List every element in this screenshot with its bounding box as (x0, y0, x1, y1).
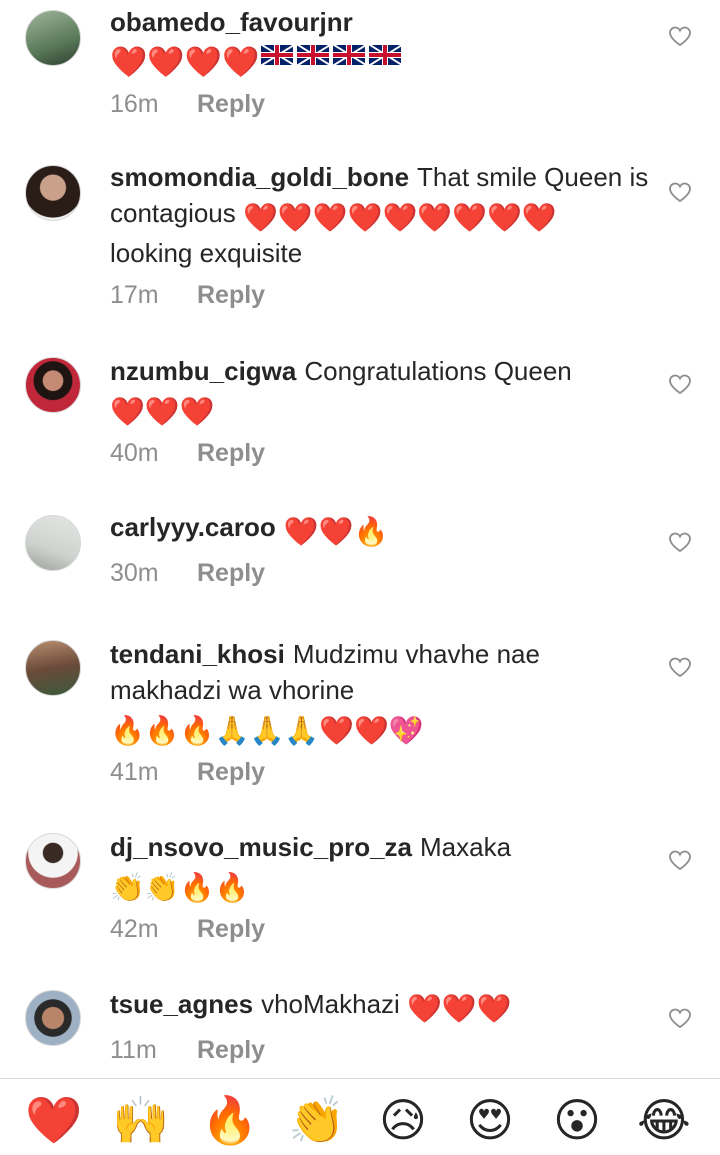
comment-body: carlyyy.caroo ❤️❤️🔥 30m Reply (110, 509, 650, 591)
comment-time: 40m (110, 439, 159, 467)
quick-reaction-bar: ❤️ 🙌 🔥 👏 😥 😍 😮 😂 (0, 1078, 720, 1155)
comment-time: 41m (110, 758, 159, 786)
avatar[interactable] (25, 515, 81, 571)
comment-username[interactable]: smomondia_goldi_bone (110, 162, 409, 192)
reaction-emojis: ❤️❤️🔥 (283, 516, 389, 547)
comment-emojis: 👏👏🔥🔥 (110, 865, 650, 905)
comment-body: dj_nsovo_music_pro_za Maxaka 👏👏🔥🔥 42m Repl… (110, 829, 650, 947)
comment-emojis: 🔥🔥🔥🙏🙏🙏❤️❤️💖 (110, 708, 650, 748)
comment-meta: 41m Reply (110, 754, 650, 790)
avatar[interactable] (25, 357, 81, 413)
heart-emojis: ❤️❤️❤️ (407, 993, 512, 1024)
heart-eyes-reaction[interactable]: 😍 (460, 1093, 520, 1147)
comment-username[interactable]: tsue_agnes (110, 989, 253, 1019)
surprised-face-reaction[interactable]: 😮 (547, 1093, 607, 1147)
comment-meta: 30m Reply (110, 555, 650, 591)
reaction-emojis: 👏👏🔥🔥 (110, 872, 250, 903)
red-heart-reaction[interactable]: ❤️ (24, 1093, 84, 1147)
comment-text: Maxaka (420, 832, 512, 862)
comment-username[interactable]: nzumbu_cigwa (110, 356, 296, 386)
reply-button[interactable]: Reply (197, 281, 265, 309)
comment-text: Congratulations Queen (304, 356, 572, 386)
comment-username[interactable]: carlyyy.caroo (110, 512, 276, 542)
comment-username[interactable]: obamedo_favourjnr (110, 7, 353, 37)
like-heart-icon[interactable] (668, 180, 692, 204)
heart-emojis: ❤️❤️❤️❤️❤️❤️❤️❤️❤️ (243, 202, 557, 233)
like-heart-icon[interactable] (668, 24, 692, 48)
like-heart-icon[interactable] (668, 655, 692, 679)
comment-time: 11m (110, 1036, 157, 1064)
reply-button[interactable]: Reply (197, 758, 265, 786)
comment-time: 42m (110, 915, 159, 943)
raising-hands-reaction[interactable]: 🙌 (111, 1093, 171, 1147)
comment-text: vhoMakhazi (261, 989, 400, 1019)
uk-flag-icon (369, 45, 402, 65)
avatar[interactable] (25, 640, 81, 696)
comment-emojis: ❤️❤️❤️❤️ (110, 40, 650, 80)
comment-body: tsue_agnes vhoMakhazi ❤️❤️❤️ 11m Reply (110, 986, 650, 1068)
comment-time: 30m (110, 559, 159, 587)
comment-body: obamedo_favourjnr ❤️❤️❤️❤️ 16m Reply (110, 4, 650, 122)
like-heart-icon[interactable] (668, 848, 692, 872)
heart-emojis: ❤️❤️❤️❤️ (110, 46, 260, 79)
heart-emojis: ❤️❤️❤️ (110, 396, 215, 427)
like-heart-icon[interactable] (668, 1006, 692, 1030)
avatar[interactable] (25, 10, 81, 66)
reply-button[interactable]: Reply (197, 1036, 265, 1064)
comment-meta: 40m Reply (110, 435, 650, 471)
uk-flag-icon (333, 45, 366, 65)
uk-flag-icon (261, 45, 294, 65)
comment-meta: 17m Reply (110, 277, 650, 313)
comment-time: 16m (110, 90, 159, 118)
reply-button[interactable]: Reply (197, 915, 265, 943)
avatar[interactable] (25, 165, 81, 221)
reply-button[interactable]: Reply (197, 90, 265, 118)
tears-of-joy-reaction[interactable]: 😂 (634, 1093, 694, 1147)
comment-username[interactable]: dj_nsovo_music_pro_za (110, 832, 412, 862)
reply-button[interactable]: Reply (197, 559, 265, 587)
comment-body: nzumbu_cigwa Congratulations Queen❤️❤️❤️ … (110, 353, 650, 471)
reaction-emojis: 🔥🔥🔥🙏🙏🙏❤️❤️💖 (110, 715, 424, 746)
comment-body: smomondia_goldi_bone That smile Queen is … (110, 159, 650, 313)
comment-body: tendani_khosi Mudzimu vhavhe nae makhadzi… (110, 636, 650, 790)
comment-time: 17m (110, 281, 159, 309)
uk-flag-icon (297, 45, 330, 65)
clapping-hands-reaction[interactable]: 👏 (287, 1093, 347, 1147)
like-heart-icon[interactable] (668, 530, 692, 554)
comment-meta: 42m Reply (110, 911, 650, 947)
sad-face-reaction[interactable]: 😥 (373, 1093, 433, 1147)
avatar[interactable] (25, 833, 81, 889)
comment-meta: 16m Reply (110, 86, 650, 122)
fire-reaction[interactable]: 🔥 (200, 1093, 260, 1147)
like-heart-icon[interactable] (668, 372, 692, 396)
avatar[interactable] (25, 990, 81, 1046)
comment-text-continued: looking exquisite (110, 238, 303, 268)
reply-button[interactable]: Reply (197, 439, 265, 467)
comment-username[interactable]: tendani_khosi (110, 639, 285, 669)
comment-meta: 11m Reply (110, 1032, 650, 1068)
